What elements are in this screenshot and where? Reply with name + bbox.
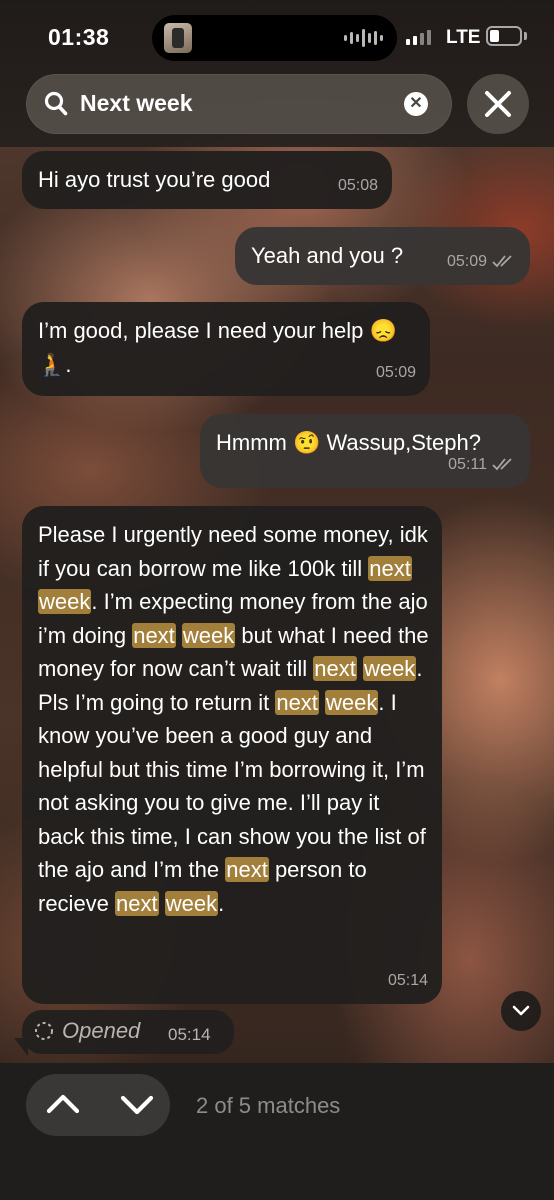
message-bubble-incoming[interactable]: Hi ayo trust you’re good 05:08 [22, 151, 392, 209]
network-type: LTE [446, 27, 481, 48]
message-meta: 05:09 [376, 356, 416, 390]
search-match-highlight: next [313, 656, 357, 681]
next-match-button[interactable] [120, 1093, 154, 1122]
message-text: Yeah and you ? [251, 243, 404, 268]
read-receipt-icon [492, 458, 512, 471]
status-bar: 01:38 LTE [0, 0, 554, 72]
search-match-highlight: next [115, 890, 159, 916]
search-match-highlight: week [362, 656, 417, 681]
opened-time: 05:14 [168, 1025, 211, 1044]
close-icon [485, 91, 511, 117]
search-input[interactable]: Next week [80, 90, 193, 117]
search-match-highlight: week [325, 689, 379, 715]
chevron-down-icon [512, 1005, 530, 1016]
message-bubble-outgoing[interactable]: Hmmm 🤨 Wassup,Steph? 05:11 [200, 414, 530, 488]
search-match-highlight: week [181, 622, 236, 648]
chevron-up-icon [46, 1094, 80, 1114]
previous-match-button[interactable] [46, 1092, 80, 1121]
opened-status: Opened 05:14 [22, 1010, 234, 1054]
loading-spinner-icon [34, 1021, 54, 1046]
message-meta: 05:11 [448, 448, 516, 482]
message-bubble-outgoing[interactable]: Yeah and you ? 05:09 [235, 227, 530, 285]
message-bubble-incoming[interactable]: I’m good, please I need your help 😞 🧎. 0… [22, 302, 430, 396]
message-text: Hi ayo trust you’re good [38, 167, 271, 192]
search-match-highlight: next [368, 555, 412, 581]
top-bar: 01:38 LTE Next week ✕ [0, 0, 554, 147]
message-time: 05:08 [337, 176, 378, 194]
message-meta: 05:14 [388, 964, 428, 998]
search-field[interactable]: Next week ✕ [26, 74, 452, 134]
read-receipt-icon [492, 255, 512, 268]
chevron-down-icon [120, 1095, 154, 1115]
message-time: 05:14 [387, 971, 428, 989]
search-match-highlight: week [38, 589, 92, 614]
search-match-highlight: next [275, 689, 319, 715]
message-time: 05:11 [448, 455, 487, 473]
battery-icon [486, 26, 522, 46]
match-navigation [26, 1074, 170, 1136]
clear-search-icon[interactable]: ✕ [404, 92, 428, 116]
search-match-highlight: week [164, 890, 219, 916]
search-match-highlight: next [225, 857, 269, 882]
now-playing-artwork [164, 23, 192, 53]
message-text: I’m good, please I need your help 😞 🧎. [38, 318, 403, 377]
dynamic-island[interactable] [152, 15, 397, 61]
scroll-to-bottom-button[interactable] [501, 991, 541, 1031]
match-count: 2 of 5 matches [196, 1093, 341, 1118]
message-text: Please I urgently need some money, idk i… [38, 522, 429, 916]
signal-strength-icon [406, 30, 431, 45]
search-match-highlight: next [132, 622, 176, 648]
search-navigation-bar: 2 of 5 matches [0, 1063, 554, 1200]
message-meta: 05:09 [447, 245, 516, 279]
message-time: 05:09 [375, 363, 416, 381]
message-bubble-incoming[interactable]: Please I urgently need some money, idk i… [22, 506, 442, 1004]
message-time: 05:09 [446, 252, 487, 270]
opened-label: Opened [62, 1018, 141, 1043]
close-search-button[interactable] [467, 74, 529, 134]
message-text: Hmmm 🤨 Wassup,Steph? [216, 430, 481, 455]
status-time: 01:38 [48, 24, 110, 50]
audio-waveform-icon [344, 28, 383, 48]
battery-cap [524, 32, 527, 40]
search-icon [44, 91, 68, 122]
message-meta: 05:08 [338, 169, 378, 203]
